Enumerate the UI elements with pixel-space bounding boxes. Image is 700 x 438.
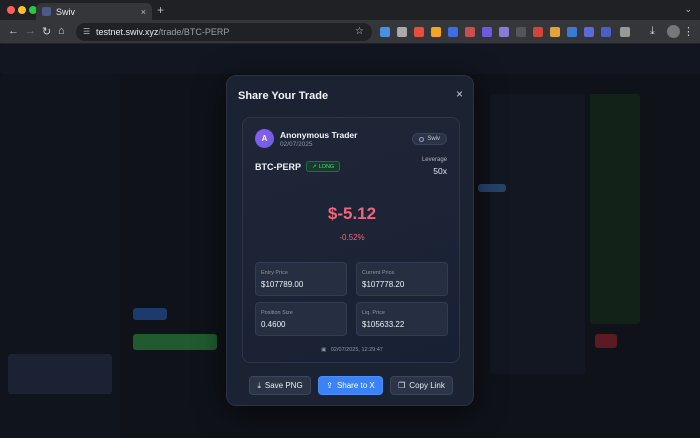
url-path: /trade/BTC-PERP — [158, 27, 230, 37]
current-price-label: Current Price — [362, 270, 395, 276]
side-badge: ↗ LONG — [306, 161, 341, 172]
save-png-button[interactable]: ⤓ Save PNG — [249, 376, 311, 395]
share-icon: ⇪ — [326, 381, 333, 390]
back-arrow-icon[interactable]: ← — [8, 25, 19, 37]
site-settings-icon[interactable]: ☰ — [83, 27, 90, 36]
copy-link-button[interactable]: ❐ Copy Link — [390, 376, 453, 395]
swiv-logo-icon — [419, 136, 425, 142]
trade-card: A Anonymous Trader 02/07/2025 Swiv BTC-P… — [242, 117, 460, 363]
forward-arrow-icon[interactable]: → — [25, 25, 36, 37]
download-icon: ⤓ — [257, 380, 261, 390]
window-close-button[interactable] — [7, 6, 15, 14]
trader-name: Anonymous Trader — [280, 130, 358, 140]
url-host: testnet.swiv.xyz — [96, 27, 159, 37]
trend-up-icon: ↗ — [312, 163, 317, 170]
extensions-icon[interactable] — [620, 27, 630, 37]
trade-date: 02/07/2025 — [280, 141, 313, 148]
extension-icon[interactable] — [465, 27, 475, 37]
trade-timestamp: ▣ 02/07/2025, 12:29:47 — [243, 347, 461, 353]
brand-badge: Swiv — [412, 133, 447, 145]
entry-price-box: Entry Price $107789.00 — [255, 262, 347, 296]
liq-price-value: $105633.22 — [362, 320, 405, 329]
extension-icon[interactable] — [499, 27, 509, 37]
extension-icon[interactable] — [482, 27, 492, 37]
extension-icon[interactable] — [516, 27, 526, 37]
position-size-label: Position Size — [261, 310, 293, 316]
order-book — [490, 94, 585, 374]
liq-price-box: Liq. Price $105633.22 — [356, 302, 448, 336]
copy-link-label: Copy Link — [409, 381, 445, 390]
entry-price-label: Entry Price — [261, 270, 288, 276]
new-tab-button[interactable]: + — [157, 3, 164, 17]
order-book-side — [590, 94, 640, 324]
extension-icon[interactable] — [601, 27, 611, 37]
liq-price-label: Liq. Price — [362, 310, 385, 316]
close-icon[interactable]: × — [456, 87, 463, 101]
copy-icon: ❐ — [398, 381, 406, 390]
extension-icon[interactable] — [533, 27, 543, 37]
window-minimize-button[interactable] — [18, 6, 26, 14]
bookmark-star-icon[interactable]: ☆ — [355, 26, 364, 37]
position-size-box: Position Size 0.4600 — [255, 302, 347, 336]
extension-icon[interactable] — [380, 27, 390, 37]
address-bar[interactable]: ☰ testnet.swiv.xyz/trade/BTC-PERP ☆ — [76, 23, 372, 41]
save-png-label: Save PNG — [264, 381, 303, 390]
price-marker — [478, 184, 506, 192]
sidebar-action-button — [133, 334, 217, 350]
reload-icon[interactable]: ↻ — [42, 25, 51, 38]
browser-tab[interactable]: Swiv × — [36, 3, 152, 20]
tab-title: Swiv — [56, 6, 76, 17]
position-size-value: 0.4600 — [261, 320, 286, 329]
tab-close-icon[interactable]: × — [141, 7, 146, 17]
share-to-x-button[interactable]: ⇪ Share to X — [318, 376, 383, 395]
extension-icon[interactable] — [431, 27, 441, 37]
calendar-icon: ▣ — [321, 347, 327, 353]
tab-favicon-icon — [42, 7, 51, 16]
pnl-percent: -0.52% — [339, 233, 365, 242]
pnl-value: $-5.12 — [327, 204, 377, 223]
timestamp-text: 02/07/2025, 12:29:47 — [330, 347, 383, 353]
browser-toolbar: ← → ↻ ⌂ ☰ testnet.swiv.xyz/trade/BTC-PER… — [0, 20, 700, 44]
extension-icon[interactable] — [448, 27, 458, 37]
share-trade-modal: Share Your Trade × A Anonymous Trader 02… — [226, 75, 474, 406]
app-header — [0, 44, 700, 74]
leverage-value: 50x — [433, 166, 447, 176]
extension-icon[interactable] — [567, 27, 577, 37]
sell-button — [595, 334, 617, 348]
leverage-label: Leverage — [421, 157, 447, 163]
browser-tab-bar: Swiv × + ⌄ — [0, 0, 700, 20]
home-icon[interactable]: ⌂ — [58, 25, 65, 37]
brand-label: Swiv — [427, 136, 440, 142]
modal-title: Share Your Trade — [238, 90, 329, 102]
entry-price-value: $107789.00 — [261, 280, 304, 289]
extension-icon[interactable] — [584, 27, 594, 37]
side-label: LONG — [318, 163, 335, 170]
kebab-menu-icon[interactable]: ⋮ — [683, 25, 694, 38]
tab-search-icon[interactable]: ⌄ — [684, 4, 692, 15]
extension-icon[interactable] — [414, 27, 424, 37]
share-x-label: Share to X — [336, 381, 375, 390]
download-icon[interactable]: ⤓ — [650, 25, 655, 38]
market-pair: BTC-PERP — [255, 162, 302, 172]
extension-icon[interactable] — [550, 27, 560, 37]
sidebar-card — [8, 354, 112, 394]
profile-avatar[interactable] — [667, 25, 680, 38]
avatar: A — [255, 129, 274, 148]
current-price-value: $107778.20 — [362, 280, 405, 289]
backdrop-tab — [133, 308, 167, 320]
extension-icon[interactable] — [397, 27, 407, 37]
current-price-box: Current Price $107778.20 — [356, 262, 448, 296]
